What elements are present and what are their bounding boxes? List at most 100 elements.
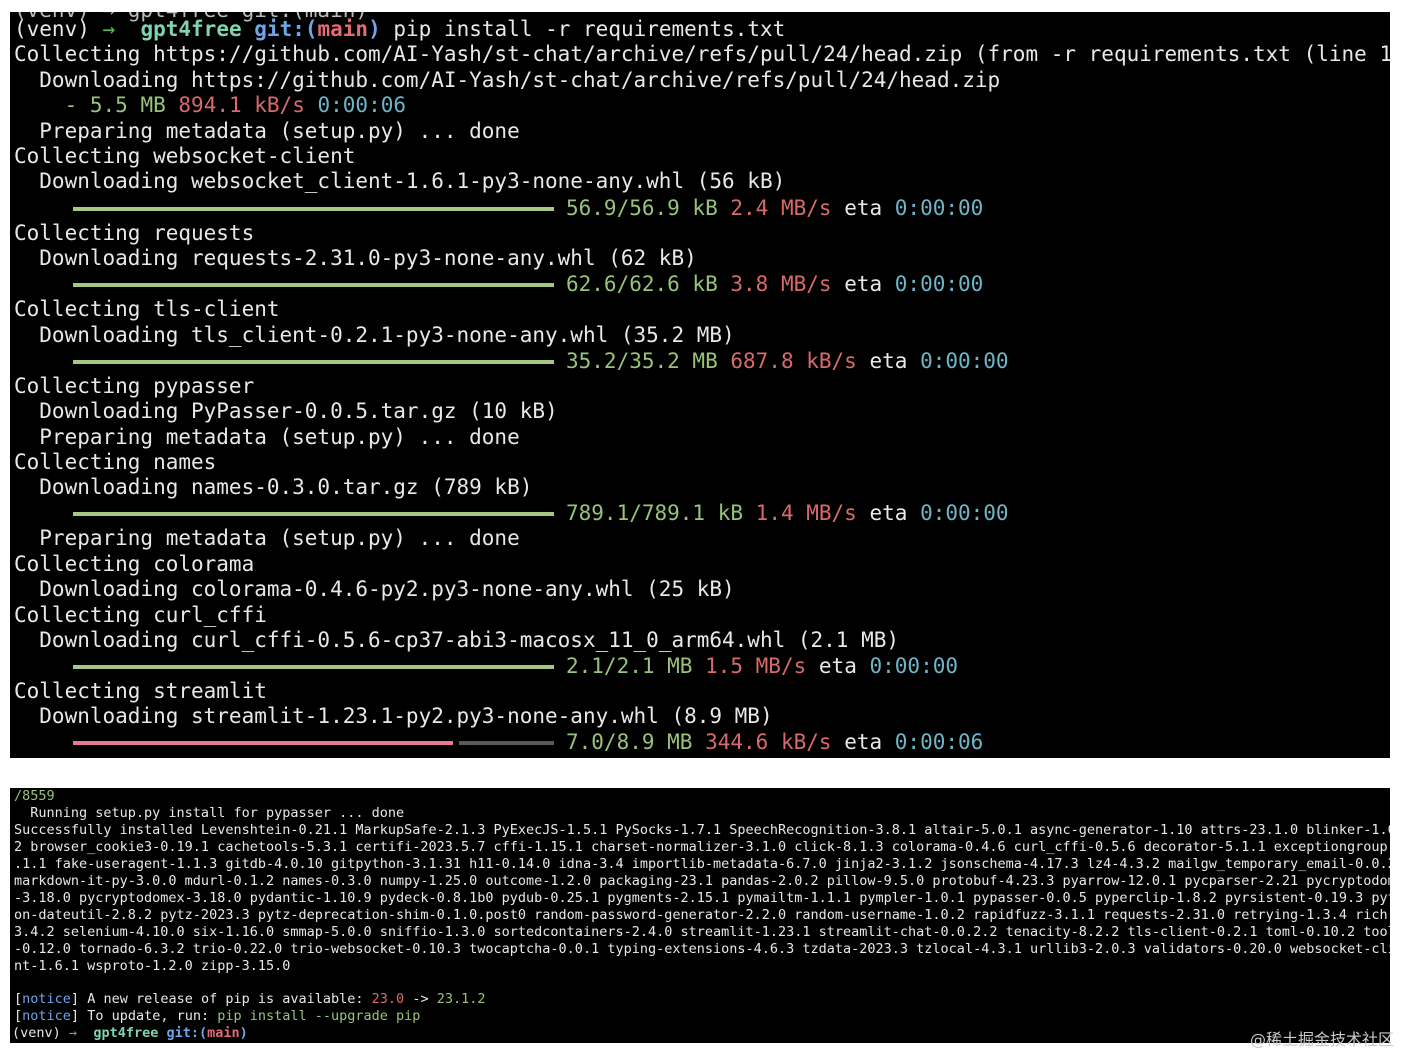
watermark: @稀土掘金技术社区 [1249, 1030, 1394, 1049]
progress-stats: 789.1/789.1 kB 1.4 MB/s eta 0:00:00 [566, 501, 1009, 526]
progress-done: 7.0/8.9 MB [566, 730, 693, 754]
progress-stats: 2.1/2.1 MB 1.5 MB/s eta 0:00:00 [566, 654, 958, 679]
bracket: [ [14, 1008, 23, 1024]
git-label-close: ) [239, 1025, 248, 1041]
progress-bar [73, 665, 554, 669]
bracket: ] [70, 1008, 80, 1024]
progress-bar [73, 360, 554, 364]
output-line: Collecting names [14, 450, 217, 474]
output-line: Collecting https://github.com/AI-Yash/st… [14, 42, 1390, 66]
progress-remaining [459, 741, 554, 745]
prompt-directory: gpt4free [93, 1025, 159, 1041]
download-time: 0:00:06 [317, 93, 407, 117]
git-label: git:( [254, 17, 318, 41]
prompt-directory: gpt4free [140, 17, 242, 41]
output-line: Downloading curl_cffi-0.5.6-cp37-abi3-ma… [14, 628, 900, 652]
progress-speed: 687.8 kB/s [730, 349, 857, 373]
output-line: Preparing metadata (setup.py) ... done [14, 119, 520, 143]
git-label-close: ) [368, 17, 381, 41]
progress-fill [73, 207, 554, 211]
eta-label: eta [818, 654, 857, 678]
prompt-line: (venv) → gpt4free git:(main) pip install… [14, 17, 785, 42]
progress-fill [73, 665, 554, 669]
output-line: Preparing metadata (setup.py) ... done [14, 526, 520, 550]
output-line: Collecting tls-client [14, 297, 280, 321]
spinner-dash: - [64, 93, 78, 117]
terminal-pip-install-progress[interactable]: (venv) → gpt4free git:(main) (venv) → gp… [10, 12, 1390, 758]
progress-done: 35.2/35.2 MB [566, 349, 718, 373]
terminal-install-result[interactable]: /8559 Running setup.py install for pypas… [10, 788, 1390, 1043]
upgrade-command: pip install --upgrade pip [217, 1008, 421, 1024]
output-line: Downloading PyPasser-0.0.5.tar.gz (10 kB… [14, 399, 558, 423]
progress-fill [73, 741, 453, 745]
bracket: [ [14, 991, 23, 1007]
output-line: Downloading requests-2.31.0-py3-none-any… [14, 246, 697, 270]
output-line: Preparing metadata (setup.py) ... done [14, 425, 520, 449]
eta-label: eta [844, 730, 883, 754]
progress-eta: 0:00:06 [894, 730, 984, 754]
notice-tag: notice [22, 1008, 71, 1024]
progress-bar [73, 512, 554, 516]
output-line: Downloading websocket_client-1.6.1-py3-n… [14, 169, 786, 193]
output-line: Downloading https://github.com/AI-Yash/s… [14, 68, 1001, 92]
progress-fill [73, 512, 554, 516]
output-line: nt-1.6.1 wsproto-1.2.0 zipp-3.15.0 [14, 958, 291, 974]
pip-old-version: 23.0 [371, 991, 405, 1007]
progress-done: 789.1/789.1 kB [566, 501, 744, 525]
eta-label: eta [869, 349, 908, 373]
output-line: -3.18.0 pycryptodomex-3.18.0 pydantic-1.… [14, 890, 1390, 906]
progress-fill [73, 283, 554, 287]
notice-text: A new release of pip is available: [79, 991, 372, 1007]
notice-text: To update, run: [79, 1008, 218, 1024]
download-size: 5.5 MB [89, 93, 166, 117]
clipped-prefix: /8559 [14, 788, 55, 804]
progress-stats: 56.9/56.9 kB 2.4 MB/s eta 0:00:00 [566, 196, 983, 221]
spinner-line: - 5.5 MB 894.1 kB/s 0:00:06 [14, 93, 406, 118]
progress-bar [73, 207, 554, 211]
git-branch: main [317, 17, 369, 41]
output-line: .1.1 fake-useragent-1.1.3 gitdb-4.0.10 g… [14, 856, 1390, 872]
notice-tag: notice [22, 991, 71, 1007]
output-line: /8559 [14, 788, 55, 805]
progress-bar [73, 283, 554, 287]
output-line: markdown-it-py-3.0.0 mdurl-0.1.2 names-0… [14, 873, 1390, 889]
download-speed: 894.1 kB/s [178, 93, 305, 117]
output-line: Collecting pypasser [14, 374, 255, 398]
output-line: 2 browser_cookie3-0.19.1 cachetools-5.3.… [14, 839, 1390, 855]
output-line: Successfully installed Levenshtein-0.21.… [14, 822, 1390, 838]
progress-speed: 3.8 MB/s [730, 272, 832, 296]
output-line: Collecting streamlit [14, 679, 267, 703]
output-line: Collecting colorama [14, 552, 255, 576]
output-line: Running setup.py install for pypasser ..… [14, 805, 405, 821]
prompt-line: (venv) → gpt4free git:(main) [12, 1025, 248, 1042]
output-line: Downloading tls_client-0.2.1-py3-none-an… [14, 323, 735, 347]
venv-label: (venv) [14, 17, 90, 41]
eta-label: eta [869, 501, 908, 525]
eta-label: eta [844, 272, 883, 296]
notice-line: [notice] A new release of pip is availab… [14, 991, 485, 1008]
eta-label: eta [844, 196, 883, 220]
progress-done: 2.1/2.1 MB [566, 654, 693, 678]
progress-eta: 0:00:00 [894, 196, 984, 220]
progress-fill [73, 360, 554, 364]
progress-eta: 0:00:00 [920, 349, 1009, 373]
progress-stats: 62.6/62.6 kB 3.8 MB/s eta 0:00:00 [566, 272, 983, 297]
pip-new-version: 23.1.2 [436, 991, 486, 1007]
output-line: Downloading colorama-0.4.6-py2.py3-none-… [14, 577, 735, 601]
progress-bar-active [73, 741, 554, 745]
prompt-arrow-icon: → [68, 1025, 78, 1041]
output-line: Collecting curl_cffi [14, 603, 267, 627]
progress-speed: 344.6 kB/s [705, 730, 832, 754]
prompt-arrow-icon: → [102, 17, 116, 41]
progress-eta: 0:00:00 [869, 654, 959, 678]
progress-speed: 1.5 MB/s [705, 654, 807, 678]
notice-line: [notice] To update, run: pip install --u… [14, 1008, 420, 1025]
venv-label: (venv) [12, 1025, 61, 1041]
version-arrow: -> [404, 991, 437, 1007]
command-text: pip install -r requirements.txt [393, 17, 786, 41]
git-label: git:( [166, 1025, 208, 1041]
bracket: ] [70, 991, 80, 1007]
progress-eta: 0:00:00 [894, 272, 984, 296]
output-line: 3.4.2 selenium-4.10.0 six-1.16.0 smmap-5… [14, 924, 1390, 940]
output-line: Collecting requests [14, 221, 255, 245]
